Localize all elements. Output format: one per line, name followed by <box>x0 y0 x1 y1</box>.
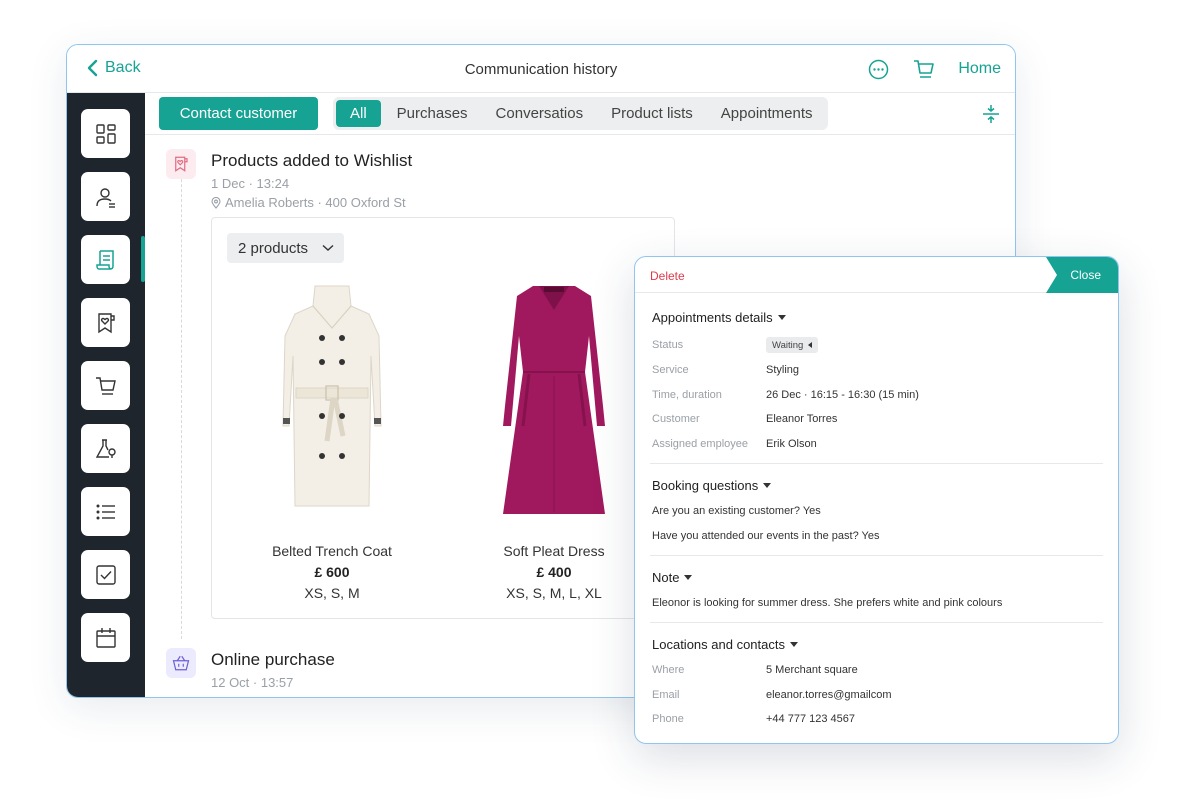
product-name: Belted Trench Coat <box>272 543 392 559</box>
sidebar-item-list[interactable] <box>81 487 130 536</box>
divider <box>650 463 1103 464</box>
shopping-basket-icon <box>172 655 190 671</box>
checkbox-icon <box>95 564 116 585</box>
booking-question-1: Are you an existing customer? Yes <box>652 505 821 517</box>
caret-down-icon <box>789 642 798 647</box>
delete-button[interactable]: Delete <box>650 269 685 283</box>
trench-coat-image <box>282 285 382 507</box>
status-badge[interactable]: Waiting <box>766 337 819 353</box>
wishlist-bookmark-icon <box>97 312 115 333</box>
status-value: Waiting <box>772 339 804 351</box>
panel-header: Delete Close <box>635 257 1118 293</box>
close-button[interactable]: Close <box>1046 257 1118 293</box>
note-text: Eleonor is looking for summer dress. She… <box>652 597 1003 609</box>
home-link[interactable]: Home <box>958 60 1001 78</box>
sidebar-item-wishlist[interactable] <box>81 298 130 347</box>
sidebar-item-history[interactable] <box>81 235 130 284</box>
service-value: Styling <box>766 364 800 376</box>
section-title: Locations and contacts <box>652 637 785 652</box>
product-price: £ 600 <box>314 564 350 580</box>
sidebar-item-cart[interactable] <box>81 361 130 410</box>
products-count: 2 products <box>238 239 309 257</box>
booking-questions-heading[interactable]: Booking questions <box>652 478 772 493</box>
sidebar-item-dashboard[interactable] <box>81 109 130 158</box>
purchase-event-icon <box>166 648 196 678</box>
email-label: Email <box>652 689 680 701</box>
locations-heading[interactable]: Locations and contacts <box>652 637 798 652</box>
product-name: Soft Pleat Dress <box>503 543 605 559</box>
booking-question-2: Have you attended our events in the past… <box>652 530 880 542</box>
contact-customer-button[interactable]: Contact customer <box>159 97 318 130</box>
customer-value: Eleanor Torres <box>766 413 838 425</box>
where-value: 5 Merchant square <box>766 664 858 676</box>
section-title: Booking questions <box>652 478 759 493</box>
product-item[interactable]: Belted Trench Coat £ 600 XS, S, M <box>232 276 432 601</box>
tab-purchases[interactable]: Purchases <box>385 100 480 127</box>
event-title: Products added to Wishlist <box>211 151 413 170</box>
divider <box>650 555 1103 556</box>
sidebar-item-lab[interactable] <box>81 424 130 473</box>
more-circle-icon[interactable] <box>866 57 890 81</box>
wishlist-bookmark-icon <box>175 156 188 172</box>
caret-down-icon <box>777 315 786 320</box>
email-value[interactable]: eleanor.torres@gmailcom <box>766 689 892 701</box>
tab-all[interactable]: All <box>336 100 381 127</box>
sidebar-item-tasks[interactable] <box>81 550 130 599</box>
time-label: Time, duration <box>652 389 722 401</box>
product-item[interactable]: Soft Pleat Dress £ 400 XS, S, M, L, XL <box>454 276 654 601</box>
wishlist-event-icon <box>166 149 196 179</box>
service-label: Service <box>652 364 689 376</box>
appointment-details-panel: Delete Close Appointments details Status… <box>634 256 1119 744</box>
customer-profile-icon <box>95 187 115 208</box>
section-title: Appointments details <box>652 310 773 325</box>
filter-bar: Contact customer All Purchases Conversat… <box>145 93 1015 135</box>
employee-value: Erik Olson <box>766 438 817 450</box>
event-location: Amelia Roberts · 400 Oxford St <box>211 195 406 210</box>
employee-label: Assigned employee <box>652 438 749 450</box>
product-sizes: XS, S, M <box>304 585 360 601</box>
caret-left-icon <box>808 342 813 348</box>
sidebar-item-calendar[interactable] <box>81 613 130 662</box>
status-label: Status <box>652 339 684 351</box>
event-date: 12 Oct · 13:57 <box>211 675 294 690</box>
top-bar: Back Communication history Home <box>67 45 1015 93</box>
event-title: Online purchase <box>211 650 335 669</box>
chevron-down-icon <box>322 244 334 251</box>
phone-value[interactable]: +44 777 123 4567 <box>766 713 855 725</box>
sidebar-item-customer[interactable] <box>81 172 130 221</box>
pleat-dress-image <box>503 286 605 514</box>
location-pin-icon <box>211 196 221 209</box>
event-location-text: Amelia Roberts · 400 Oxford St <box>225 195 406 210</box>
products-card: 2 products Belted Trench Coat £ 600 XS, … <box>211 217 675 619</box>
product-price: £ 400 <box>536 564 572 580</box>
appointment-details-heading[interactable]: Appointments details <box>652 310 786 325</box>
product-sizes: XS, S, M, L, XL <box>506 585 602 601</box>
history-scroll-icon <box>95 249 114 270</box>
caret-down-icon <box>684 575 693 580</box>
divider <box>650 622 1103 623</box>
cart-icon[interactable] <box>912 57 936 81</box>
section-title: Note <box>652 570 680 585</box>
tab-appointments[interactable]: Appointments <box>709 100 825 127</box>
tab-product-lists[interactable]: Product lists <box>599 100 705 127</box>
products-count-dropdown[interactable]: 2 products <box>227 233 345 263</box>
lab-flask-icon <box>95 438 116 458</box>
where-label: Where <box>652 664 685 676</box>
note-heading[interactable]: Note <box>652 570 693 585</box>
event-date: 1 Dec · 13:24 <box>211 176 290 191</box>
cart-icon <box>95 376 116 395</box>
calendar-icon <box>95 627 116 648</box>
caret-down-icon <box>763 483 772 488</box>
dashboard-icon <box>95 123 116 144</box>
time-value: 26 Dec · 16:15 - 16:30 (15 min) <box>766 389 919 401</box>
customer-label: Customer <box>652 413 700 425</box>
sidebar <box>67 93 145 697</box>
timeline-line <box>181 159 182 639</box>
collapse-icon[interactable] <box>981 103 1001 125</box>
filter-tabs: All Purchases Conversatios Product lists… <box>333 97 828 130</box>
tab-conversations[interactable]: Conversatios <box>484 100 596 127</box>
list-icon <box>96 503 115 520</box>
phone-label: Phone <box>652 713 684 725</box>
